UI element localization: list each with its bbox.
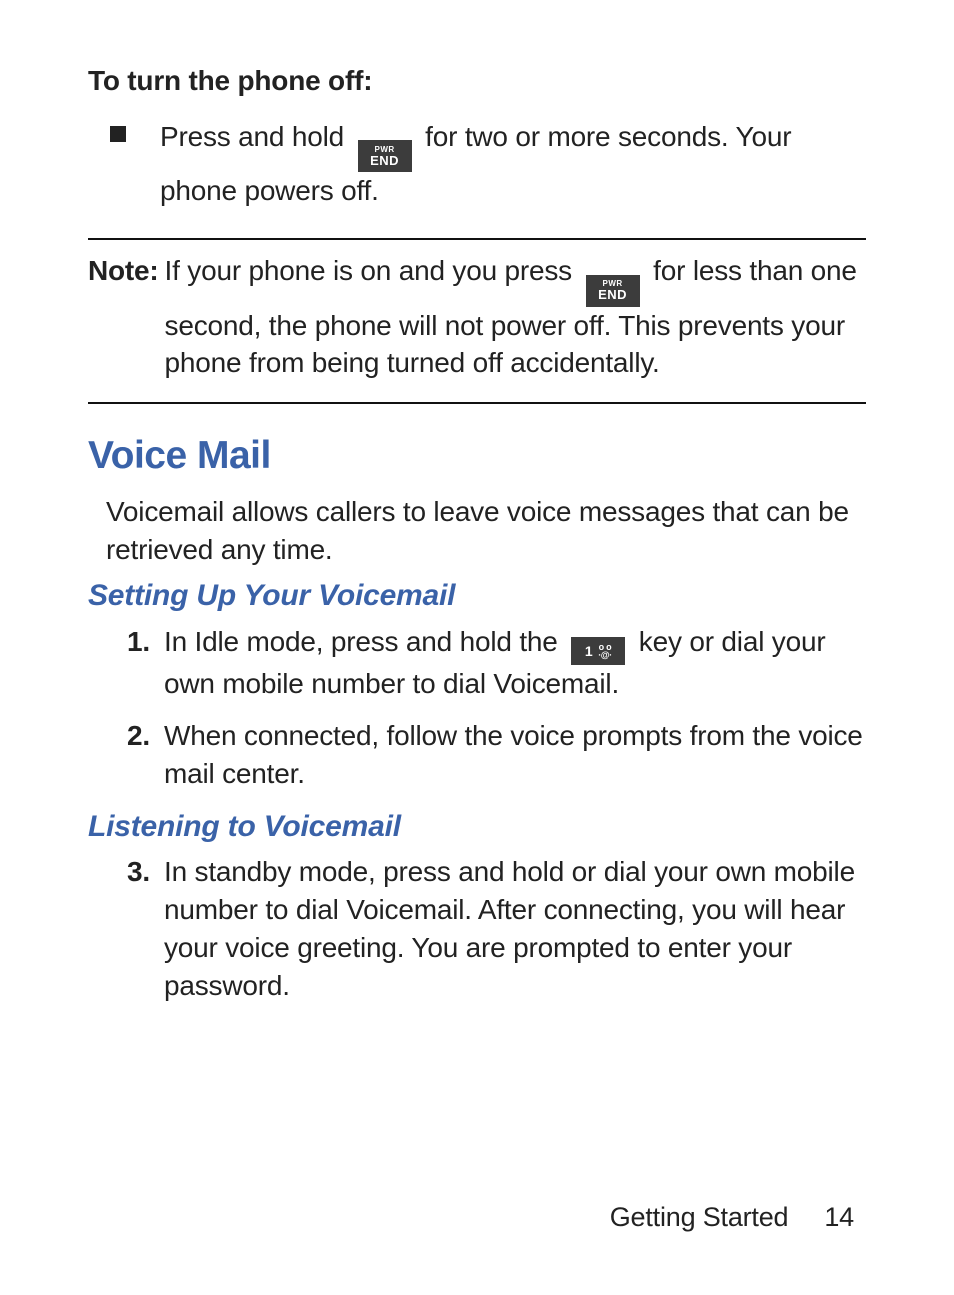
step-number: 2. — [106, 717, 150, 755]
one-key-icon: 1o o∙@∙ — [571, 637, 625, 665]
step1-before: In Idle mode, press and hold the — [164, 626, 565, 657]
turn-off-heading: To turn the phone off: — [88, 62, 866, 100]
footer-section: Getting Started — [610, 1202, 789, 1232]
list-item: 1. In Idle mode, press and hold the 1o o… — [106, 623, 866, 703]
listening-voicemail-heading: Listening to Voicemail — [88, 807, 866, 848]
pwr-end-key-icon: PWREND — [586, 275, 640, 307]
page-footer: Getting Started 14 — [610, 1199, 854, 1235]
note-before: If your phone is on and you press — [165, 255, 580, 286]
setup-list: 1. In Idle mode, press and hold the 1o o… — [88, 623, 866, 793]
step-body: In Idle mode, press and hold the 1o o∙@∙… — [164, 623, 866, 703]
manual-page: To turn the phone off: Press and hold PW… — [0, 0, 954, 1295]
list-item: 2. When connected, follow the voice prom… — [106, 717, 866, 793]
note-body: If your phone is on and you press PWREND… — [165, 252, 866, 382]
note-label: Note: — [88, 252, 159, 382]
step-number: 3. — [106, 853, 150, 891]
bullet-item: Press and hold PWREND for two or more se… — [110, 118, 866, 210]
step-body: When connected, follow the voice prompts… — [164, 717, 866, 793]
note-box: Note: If your phone is on and you press … — [88, 238, 866, 404]
step-body: In standby mode, press and hold or dial … — [164, 853, 866, 1004]
pwr-end-key-icon: PWREND — [358, 140, 412, 172]
step-number: 1. — [106, 623, 150, 661]
page-number: 14 — [824, 1202, 854, 1232]
list-item: 3. In standby mode, press and hold or di… — [106, 853, 866, 1004]
setup-voicemail-heading: Setting Up Your Voicemail — [88, 576, 866, 617]
square-bullet-icon — [110, 126, 126, 142]
voicemail-heading: Voice Mail — [88, 430, 866, 483]
voicemail-intro: Voicemail allows callers to leave voice … — [88, 493, 866, 569]
listen-list: 3. In standby mode, press and hold or di… — [88, 853, 866, 1004]
turn-off-bullet-block: Press and hold PWREND for two or more se… — [88, 118, 866, 210]
bullet-text: Press and hold PWREND for two or more se… — [160, 118, 866, 210]
bullet-text-before: Press and hold — [160, 121, 352, 152]
